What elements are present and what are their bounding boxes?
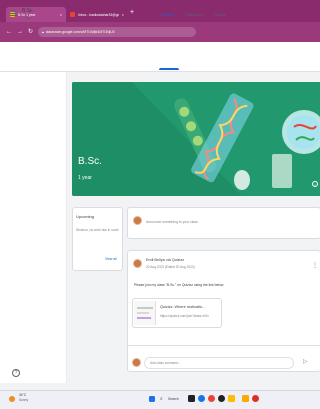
browser-toolbar: ← → ↻ 🔒︎ classroom.google.com/c/MTI1MjM1…: [0, 22, 320, 42]
class-section: 1 year: [22, 16, 32, 20]
close-tab-icon[interactable]: ×: [60, 12, 62, 17]
forward-icon[interactable]: →: [17, 29, 23, 35]
upcoming-title: Upcoming: [76, 214, 95, 219]
comment-avatar: [132, 358, 141, 367]
search-icon[interactable]: ⌕: [160, 396, 163, 402]
view-all-link[interactable]: View all: [105, 257, 117, 261]
upcoming-text: Woohoo, no work due in soon!: [76, 228, 119, 232]
post-date: 20 Aug 2023 (Edited 20 Aug 2023): [146, 265, 195, 269]
avatar: [133, 216, 142, 225]
reload-icon[interactable]: ↻: [28, 29, 33, 35]
task-view-icon[interactable]: [188, 395, 195, 402]
tab-classwork[interactable]: Classwork: [185, 12, 203, 17]
close-tab-icon[interactable]: ×: [122, 12, 124, 17]
banner-subtitle: 1 year: [78, 175, 92, 181]
back-icon[interactable]: ←: [6, 29, 12, 35]
weather-temp[interactable]: 34°C: [19, 393, 26, 397]
tab-label: Inbox - basliodashar33@gmail.c: [78, 12, 119, 17]
thumbnail-icon: [137, 307, 153, 319]
banner-title: B.Sc.: [78, 156, 102, 167]
edge-icon[interactable]: [198, 395, 205, 402]
chrome-icon[interactable]: [208, 395, 215, 402]
lock-icon: 🔒︎: [42, 30, 44, 34]
gmail-favicon-icon: [70, 12, 75, 17]
post-body: Please join my class "B.Sc." on Quizizz …: [134, 283, 224, 287]
post-author: Emil Bellya via Quizizz: [146, 258, 185, 262]
weather-desc[interactable]: Sunny: [19, 398, 28, 402]
send-icon[interactable]: ▷: [303, 358, 308, 365]
camera-icon[interactable]: [218, 395, 225, 402]
browser-tab-gmail[interactable]: Inbox - basliodashar33@gmail.c ×: [66, 7, 128, 22]
more-options-icon[interactable]: ⋮: [312, 262, 318, 269]
active-tab-indicator: [159, 68, 179, 70]
author-avatar: [133, 259, 142, 268]
attachment-thumbnail: [134, 301, 156, 325]
address-bar[interactable]: 🔒︎ classroom.google.com/c/MTI1MjM1MTI3Nj…: [38, 27, 197, 37]
app-icon[interactable]: [252, 395, 259, 402]
file-explorer-icon[interactable]: [228, 395, 235, 402]
tab-people[interactable]: People: [214, 12, 226, 17]
folder-icon[interactable]: [242, 395, 249, 402]
weather-sun-icon[interactable]: [9, 396, 15, 402]
tab-stream[interactable]: Stream: [161, 12, 174, 17]
class-banner: [72, 82, 320, 196]
comment-divider: [127, 345, 320, 346]
url-text: classroom.google.com/c/MTI1MjM1MTI3NjU0: [45, 30, 115, 34]
attachment-url: https://quizizz.com/join?class=bGx: [160, 314, 209, 318]
attachment-title[interactable]: Quizizz: Where motivatio...: [160, 305, 205, 309]
class-info-icon[interactable]: i: [312, 181, 318, 187]
start-icon[interactable]: [149, 396, 155, 402]
comment-input[interactable]: Add class comment...: [144, 357, 294, 369]
announce-placeholder[interactable]: Announce something to your class: [146, 220, 198, 224]
help-icon[interactable]: ?: [12, 369, 20, 377]
class-name: B.Sc.: [22, 8, 34, 14]
biology-illustration-icon: [72, 82, 320, 196]
main-menu-icon[interactable]: [10, 10, 17, 18]
new-tab-icon[interactable]: +: [130, 9, 134, 17]
taskbar-search-label[interactable]: Search: [168, 397, 179, 401]
sidebar: [0, 72, 67, 383]
